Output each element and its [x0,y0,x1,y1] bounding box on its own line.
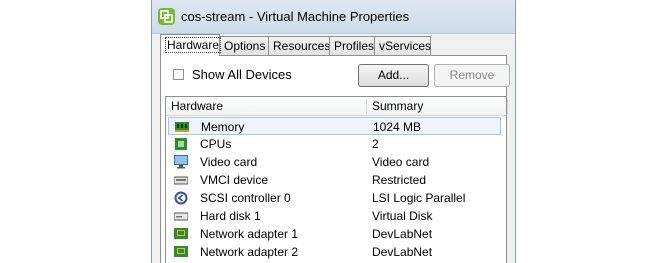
row-name: Network adapter 2 [200,245,299,259]
row-summary: DevLabNet [372,245,433,259]
add-button[interactable]: Add... [358,64,429,87]
row-summary: 2 [372,137,379,151]
tab-options[interactable]: Options [219,36,269,55]
row-summary: LSI Logic Parallel [372,191,466,205]
hardware-row-vmci-device[interactable]: VMCI device Restricted [166,171,506,189]
hard-disk-icon [174,212,188,221]
hardware-row-cpus[interactable]: CPUs 2 [166,135,506,153]
row-name: Network adapter 1 [200,227,299,241]
row-name: Video card [200,155,258,169]
tab-strip: Hardware Options Resources Profiles vSer… [160,34,515,56]
memory-icon [175,122,189,132]
title-bar[interactable]: cos-stream - Virtual Machine Properties [152,0,515,34]
row-summary: Restricted [372,173,427,187]
hardware-list: Hardware Summary Memory 1024 MB CPUs 2 V… [165,96,508,263]
row-name: SCSI controller 0 [200,191,291,205]
show-all-devices-label: Show All Devices [192,67,292,82]
column-header-summary[interactable]: Summary [367,97,507,115]
vmware-logo-icon [158,8,175,25]
vmci-device-icon [174,176,188,185]
column-header-hardware[interactable]: Hardware [166,97,366,115]
hardware-row-network-adapter-1[interactable]: Network adapter 1 DevLabNet [166,225,506,243]
tab-profiles[interactable]: Profiles [329,36,375,55]
row-summary: 1024 MB [373,120,422,134]
row-name: CPUs [200,137,232,151]
show-all-devices-toggle[interactable]: Show All Devices [173,67,292,82]
row-name: Hard disk 1 [200,209,261,223]
cpu-icon [175,138,187,150]
scsi-controller-icon [174,191,188,205]
row-summary: Virtual Disk [372,209,433,223]
network-adapter-icon [174,246,188,257]
row-summary: Video card [372,155,430,169]
hardware-row-memory[interactable]: Memory 1024 MB [168,117,501,135]
hardware-row-scsi-controller[interactable]: SCSI controller 0 LSI Logic Parallel [166,189,506,207]
show-all-devices-checkbox[interactable] [173,69,184,80]
window-title: cos-stream - Virtual Machine Properties [181,9,410,24]
hardware-row-video-card[interactable]: Video card Video card [166,153,506,171]
remove-button[interactable]: Remove [434,64,510,87]
tab-hardware[interactable]: Hardware [160,34,222,56]
network-adapter-icon [174,228,188,239]
row-name: Memory [201,120,245,134]
hardware-panel: Show All Devices Add... Remove Hardware … [160,55,510,263]
tab-vservices[interactable]: vServices [374,36,431,55]
column-divider[interactable] [507,99,508,114]
monitor-icon [174,155,188,169]
hardware-row-hard-disk[interactable]: Hard disk 1 Virtual Disk [166,207,506,225]
row-summary: DevLabNet [372,227,433,241]
list-header: Hardware Summary [166,97,508,116]
tab-resources[interactable]: Resources [268,36,330,55]
vm-properties-window: cos-stream - Virtual Machine Properties … [151,0,516,263]
row-name: VMCI device [200,173,269,187]
hardware-row-network-adapter-2[interactable]: Network adapter 2 DevLabNet [166,243,506,261]
